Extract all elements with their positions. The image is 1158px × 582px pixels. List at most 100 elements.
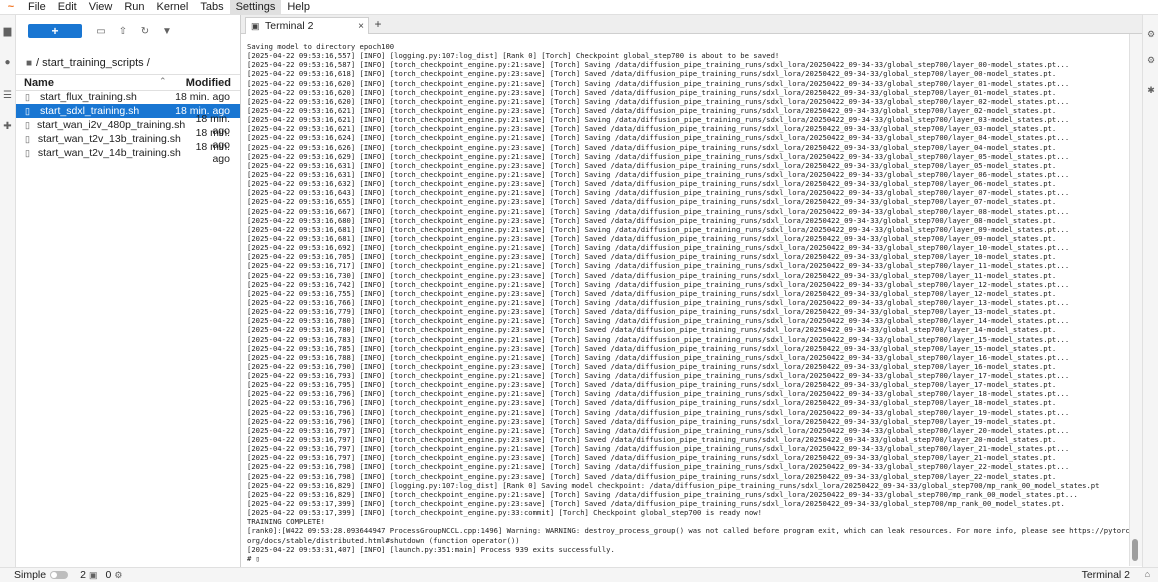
file-name: start_wan_t2v_14b_training.sh: [37, 147, 181, 159]
menu-view[interactable]: View: [83, 0, 119, 14]
terminal-line: [2025-04-22 09:53:16,620] [INFO] [torch_…: [247, 78, 1070, 88]
terminal-line: [2025-04-22 09:53:16,632] [INFO] [torch_…: [247, 179, 1057, 189]
terminal-line: [2025-04-22 09:53:16,667] [INFO] [torch_…: [247, 206, 1070, 216]
terminal-line: [2025-04-22 09:53:16,797] [INFO] [torch_…: [247, 425, 1070, 435]
file-name: start_wan_t2v_13b_training.sh: [37, 133, 181, 145]
simple-mode-toggle[interactable]: [50, 571, 69, 579]
column-modified[interactable]: Modified: [186, 77, 231, 89]
menu-kernel[interactable]: Kernel: [151, 0, 195, 14]
terminal-line: [2025-04-22 09:53:16,621] [INFO] [torch_…: [247, 124, 1057, 134]
file-icon: ▯: [25, 105, 30, 116]
terminal-line: [rank0]:[W422 09:53:28.093644947 Process…: [247, 526, 1129, 536]
terminal-line: TRAINING COMPLETE!: [247, 517, 325, 527]
new-launcher-button[interactable]: +: [28, 24, 82, 38]
terminal-line: [2025-04-22 09:53:16,796] [INFO] [torch_…: [247, 389, 1070, 399]
filter-icon[interactable]: ▼: [156, 26, 178, 37]
table-of-contents-icon[interactable]: ☰: [2, 90, 13, 101]
simple-mode-label: Simple: [14, 569, 47, 581]
terminal-line: [2025-04-22 09:53:16,785] [INFO] [torch_…: [247, 343, 1057, 353]
terminal-line: [2025-04-22 09:53:16,829] [INFO] [torch_…: [247, 489, 1078, 499]
file-row[interactable]: ▯ start_flux_training.sh 18 min. ago: [16, 90, 240, 104]
right-sidebar-tabs: ⚙ ⚙ ✱: [1142, 15, 1158, 567]
terminal-line: Saving model to directory epoch100: [247, 42, 395, 51]
terminal-line: [2025-04-22 09:53:17,399] [INFO] [torch_…: [247, 508, 762, 518]
breadcrumb: ■ / start_training_scripts /: [26, 57, 150, 69]
folder-icon[interactable]: ▆: [2, 26, 13, 37]
terminal-line: [2025-04-22 09:53:16,621] [INFO] [torch_…: [247, 115, 1070, 125]
file-modified: 18 min. ago: [175, 91, 230, 103]
file-browser-toolbar: + ▭ ⇧ ↻ ▼: [16, 21, 240, 41]
terminal-line: [2025-04-22 09:53:16,730] [INFO] [torch_…: [247, 270, 1057, 280]
property-inspector-icon[interactable]: ⚙: [1146, 55, 1156, 65]
menu-settings[interactable]: Settings: [229, 0, 282, 14]
file-list-header: Name ⌃ Modified: [16, 74, 240, 91]
menu-edit[interactable]: Edit: [52, 0, 83, 14]
upload-icon[interactable]: ⇧: [112, 26, 134, 37]
debugger-icon[interactable]: ✱: [1146, 85, 1156, 95]
terminal-line: [2025-04-22 09:53:16,797] [INFO] [torch_…: [247, 435, 1057, 445]
menu-help[interactable]: Help: [281, 0, 316, 14]
terminal-line: [2025-04-22 09:53:16,829] [INFO] [loggin…: [247, 480, 1100, 490]
terminal-panel[interactable]: Saving model to directory epoch100 [2025-…: [241, 34, 1129, 566]
close-icon[interactable]: ×: [354, 21, 368, 32]
scrollbar-thumb[interactable]: [1132, 539, 1138, 561]
terminal-line: [2025-04-22 09:53:16,624] [INFO] [torch_…: [247, 133, 1070, 143]
terminal-output[interactable]: Saving model to directory epoch100 [2025-…: [247, 42, 1129, 563]
terminal-icon: ▣: [251, 20, 260, 31]
file-name: start_flux_training.sh: [40, 91, 137, 103]
add-tab-button[interactable]: +: [371, 17, 385, 32]
tab-terminal-2[interactable]: ▣ Terminal 2 ×: [245, 17, 369, 34]
tab-label: Terminal 2: [265, 20, 314, 32]
terminal-line: [2025-04-22 09:53:16,780] [INFO] [torch_…: [247, 325, 1057, 335]
jupyter-logo-icon: ~: [7, 1, 15, 13]
terminal-line: [2025-04-22 09:53:16,796] [INFO] [torch_…: [247, 407, 1070, 417]
kernel-gear-icon: ⚙: [114, 569, 123, 580]
terminal-line: [2025-04-22 09:53:16,793] [INFO] [torch_…: [247, 371, 1070, 381]
terminal-line: [2025-04-22 09:53:16,681] [INFO] [torch_…: [247, 224, 1070, 234]
terminal-line: [2025-04-22 09:53:16,779] [INFO] [torch_…: [247, 307, 1057, 317]
notification-bell-icon[interactable]: ⌂: [1145, 569, 1150, 579]
file-icon: ▯: [25, 119, 30, 130]
terminal-line: [2025-04-22 09:53:16,643] [INFO] [torch_…: [247, 188, 1070, 198]
terminal-line: [2025-04-22 09:53:16,766] [INFO] [torch_…: [247, 297, 1070, 307]
terminal-line: [2025-04-22 09:53:17,399] [INFO] [torch_…: [247, 499, 1065, 509]
terminal-count-icon: ▣: [88, 569, 98, 580]
terminal-line: [2025-04-22 09:53:16,680] [INFO] [torch_…: [247, 215, 1057, 225]
sort-arrow-icon: ⌃: [159, 76, 167, 86]
new-folder-icon[interactable]: ▭: [90, 26, 112, 37]
terminal-line: [2025-04-22 09:53:16,557] [INFO] [loggin…: [247, 51, 780, 61]
terminal-line: [2025-04-22 09:53:16,780] [INFO] [torch_…: [247, 316, 1070, 326]
terminal-line: [2025-04-22 09:53:16,621] [INFO] [torch_…: [247, 105, 1057, 115]
file-row[interactable]: ▯ start_wan_t2v_14b_training.sh 18 min. …: [16, 141, 240, 165]
kernel-count[interactable]: 0: [105, 569, 111, 581]
terminal-scrollbar[interactable]: [1129, 34, 1142, 566]
terminal-line: [2025-04-22 09:53:16,742] [INFO] [torch_…: [247, 279, 1070, 289]
terminal-line: # ▯: [247, 553, 260, 563]
terminal-line: [2025-04-22 09:53:16,797] [INFO] [torch_…: [247, 444, 1070, 454]
refresh-icon[interactable]: ↻: [134, 26, 156, 37]
running-sessions-icon[interactable]: ●: [2, 57, 13, 68]
file-name: start_wan_i2v_480p_training.sh: [36, 119, 186, 131]
menu-file[interactable]: File: [22, 0, 52, 14]
extension-manager-icon[interactable]: ✚: [2, 121, 13, 132]
terminal-line: [2025-04-22 09:53:16,626] [INFO] [torch_…: [247, 142, 1057, 152]
terminal-line: [2025-04-22 09:53:16,798] [INFO] [torch_…: [247, 471, 1057, 481]
terminal-line: [2025-04-22 09:53:16,681] [INFO] [torch_…: [247, 233, 1057, 243]
settings-gear-icon[interactable]: ⚙: [1146, 29, 1156, 39]
active-tab-indicator: Terminal 2: [1081, 569, 1130, 581]
terminal-line: [2025-04-22 09:53:16,620] [INFO] [torch_…: [247, 96, 1070, 106]
folder-icon[interactable]: ■: [26, 58, 32, 69]
file-icon: ▯: [25, 91, 30, 102]
terminal-count[interactable]: 2: [80, 569, 86, 581]
terminal-line: [2025-04-22 09:53:16,798] [INFO] [torch_…: [247, 462, 1070, 472]
breadcrumb-path[interactable]: / start_training_scripts /: [36, 57, 150, 69]
column-name[interactable]: Name: [24, 77, 54, 89]
terminal-line: [2025-04-22 09:53:16,618] [INFO] [torch_…: [247, 69, 1057, 79]
terminal-line: [2025-04-22 09:53:16,755] [INFO] [torch_…: [247, 288, 1057, 298]
menu-tabs[interactable]: Tabs: [194, 0, 229, 14]
terminal-line: [2025-04-22 09:53:16,631] [INFO] [torch_…: [247, 169, 1070, 179]
terminal-line: [2025-04-22 09:53:16,797] [INFO] [torch_…: [247, 453, 1057, 463]
menu-run[interactable]: Run: [118, 0, 150, 14]
terminal-line: [2025-04-22 09:53:16,796] [INFO] [torch_…: [247, 416, 1057, 426]
file-name: start_sdxl_training.sh: [40, 105, 140, 117]
